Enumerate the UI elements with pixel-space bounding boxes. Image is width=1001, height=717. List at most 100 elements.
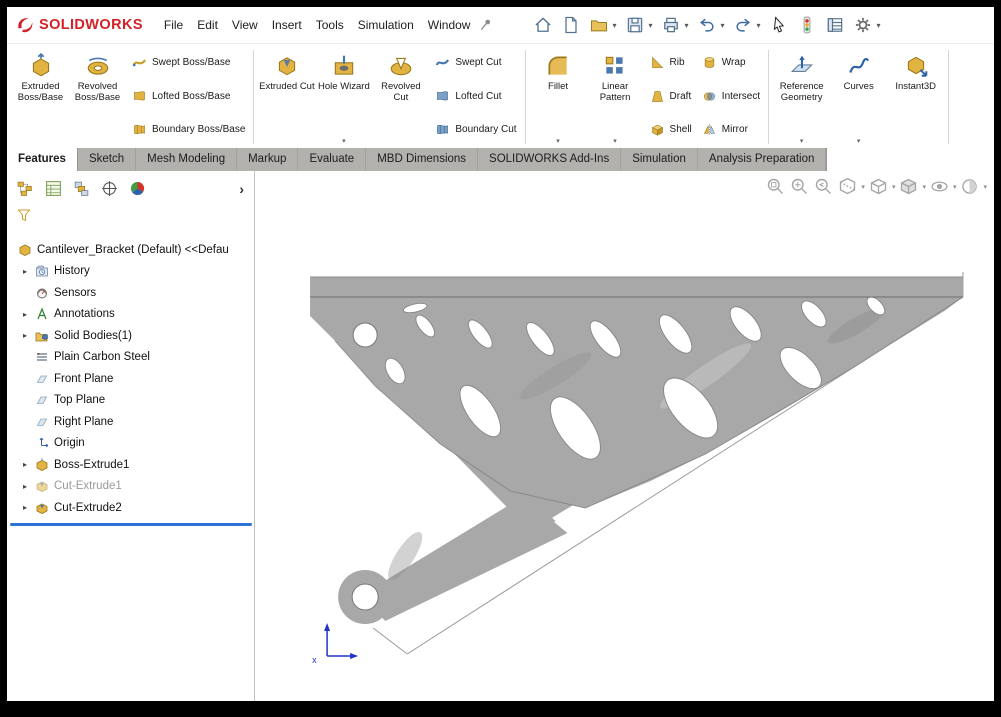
home-button[interactable]	[529, 12, 556, 39]
menu-tools[interactable]: Tools	[309, 14, 351, 36]
draft-button[interactable]: Draft	[650, 89, 692, 104]
instant3d-button[interactable]: Instant3D	[887, 47, 944, 147]
lofted-boss-base-button[interactable]: Lofted Boss/Base	[132, 89, 245, 104]
tree-item-cut-extrude2[interactable]: ▸ Cut-Extrude2	[7, 497, 254, 519]
menu-simulation[interactable]: Simulation	[351, 14, 421, 36]
fillet-dropdown-caret[interactable]: ▾	[556, 138, 560, 147]
hide-show-dropdown-caret[interactable]: ▾	[953, 183, 957, 191]
curves-dropdown-caret[interactable]: ▾	[857, 138, 861, 147]
section-view-icon[interactable]	[837, 176, 858, 197]
task-pane-button[interactable]	[822, 12, 849, 39]
tab-sketch[interactable]: Sketch	[78, 148, 136, 171]
tree-item-top-plane[interactable]: Top Plane	[7, 390, 254, 412]
zoom-fit-icon[interactable]	[765, 176, 786, 197]
hide-show-items-icon[interactable]	[929, 176, 950, 197]
fillet-button[interactable]: Fillet ▾	[530, 47, 587, 147]
tab-solidworks-add-ins[interactable]: SOLIDWORKS Add-Ins	[478, 148, 621, 171]
section-view-dropdown-caret[interactable]: ▾	[861, 183, 865, 191]
tab-analysis-preparation[interactable]: Analysis Preparation	[698, 148, 826, 171]
intersect-button[interactable]: Intersect	[702, 89, 760, 104]
revolved-boss-base-button[interactable]: Revolved Boss/Base	[69, 47, 126, 147]
save-button[interactable]	[621, 12, 648, 39]
view-orientation-icon[interactable]	[868, 176, 889, 197]
tree-item-origin[interactable]: Origin	[7, 433, 254, 455]
tree-item-history[interactable]: ▸ History	[7, 261, 254, 283]
lofted-cut-button[interactable]: Lofted Cut	[435, 89, 516, 104]
linear-pattern-dropdown-caret[interactable]: ▾	[613, 138, 617, 147]
undo-button[interactable]	[694, 12, 721, 39]
options-dropdown-caret[interactable]: ▾	[877, 21, 881, 30]
tree-item-front-plane[interactable]: Front Plane	[7, 368, 254, 390]
select-button[interactable]	[766, 12, 793, 39]
expand-arrow-icon[interactable]: ▸	[23, 482, 35, 491]
tree-item-solid-bodies[interactable]: ▸ Solid Bodies(1)	[7, 325, 254, 347]
reference-geometry-dropdown-caret[interactable]: ▾	[800, 138, 804, 147]
featuremanager-tree-icon[interactable]	[17, 180, 34, 197]
display-style-icon[interactable]	[898, 176, 919, 197]
extruded-cut-button[interactable]: Extruded Cut	[258, 47, 315, 147]
expand-arrow-icon[interactable]: ▸	[23, 267, 35, 276]
hole-wizard-button[interactable]: Hole Wizard ▾	[315, 47, 372, 147]
extruded-boss-base-button[interactable]: Extruded Boss/Base	[12, 47, 69, 147]
menu-file[interactable]: File	[157, 14, 190, 36]
wrap-button[interactable]: Wrap	[702, 55, 760, 70]
print-dropdown-caret[interactable]: ▾	[685, 21, 689, 30]
expand-arrow-icon[interactable]: ▸	[23, 310, 35, 319]
rib-button[interactable]: Rib	[650, 55, 692, 70]
edit-appearance-dropdown-caret[interactable]: ▾	[983, 183, 987, 191]
tab-mbd-dimensions[interactable]: MBD Dimensions	[366, 148, 478, 171]
tree-item-cut-extrude1[interactable]: ▸ Cut-Extrude1	[7, 476, 254, 498]
tree-item-right-plane[interactable]: Right Plane	[7, 411, 254, 433]
stoplight-button[interactable]	[794, 12, 821, 39]
configurationmanager-icon[interactable]	[73, 180, 90, 197]
mirror-button[interactable]: Mirror	[702, 122, 760, 137]
cantilever-bracket-model[interactable]: x	[255, 171, 994, 701]
menu-insert[interactable]: Insert	[265, 14, 309, 36]
previous-view-icon[interactable]	[813, 176, 834, 197]
revolved-cut-button[interactable]: Revolved Cut	[372, 47, 429, 147]
print-button[interactable]	[658, 12, 685, 39]
curves-button[interactable]: Curves ▾	[830, 47, 887, 147]
open-button[interactable]	[585, 12, 612, 39]
tree-item-annotations[interactable]: ▸ Annotations	[7, 304, 254, 326]
tab-simulation[interactable]: Simulation	[621, 148, 698, 171]
expand-arrow-icon[interactable]: ▸	[23, 331, 35, 340]
graphics-area[interactable]: ▾ ▾ ▾ ▾ ▾	[255, 171, 994, 701]
menu-view[interactable]: View	[225, 14, 265, 36]
menu-window[interactable]: Window	[421, 14, 478, 36]
tab-evaluate[interactable]: Evaluate	[298, 148, 366, 171]
dimxpertmanager-icon[interactable]	[101, 180, 118, 197]
tab-mesh-modeling[interactable]: Mesh Modeling	[136, 148, 237, 171]
new-document-button[interactable]	[557, 12, 584, 39]
displaymanager-icon[interactable]	[129, 180, 146, 197]
boundary-boss-base-button[interactable]: Boundary Boss/Base	[132, 122, 245, 137]
expand-arrow-icon[interactable]: ▸	[23, 503, 35, 512]
tree-item-root[interactable]: Cantilever_Bracket (Default) <<Defau	[7, 239, 254, 261]
display-style-dropdown-caret[interactable]: ▾	[922, 183, 926, 191]
tab-features[interactable]: Features	[7, 148, 78, 171]
open-dropdown-caret[interactable]: ▾	[612, 21, 616, 30]
save-dropdown-caret[interactable]: ▾	[648, 21, 652, 30]
swept-cut-button[interactable]: Swept Cut	[435, 55, 516, 70]
menu-edit[interactable]: Edit	[190, 14, 225, 36]
linear-pattern-button[interactable]: Linear Pattern ▾	[587, 47, 644, 147]
swept-boss-base-button[interactable]: Swept Boss/Base	[132, 55, 245, 70]
redo-dropdown-caret[interactable]: ▾	[757, 21, 761, 30]
hole-wizard-dropdown-caret[interactable]: ▾	[342, 138, 346, 147]
options-button[interactable]	[850, 12, 877, 39]
edit-appearance-icon[interactable]	[959, 176, 980, 197]
boundary-cut-button[interactable]: Boundary Cut	[435, 122, 516, 137]
undo-dropdown-caret[interactable]: ▾	[721, 21, 725, 30]
tree-item-boss-extrude1[interactable]: ▸ Boss-Extrude1	[7, 454, 254, 476]
propertymanager-icon[interactable]	[45, 180, 62, 197]
tree-item-sensors[interactable]: Sensors	[7, 282, 254, 304]
zoom-area-icon[interactable]	[789, 176, 810, 197]
rollback-bar[interactable]	[10, 523, 252, 527]
redo-button[interactable]	[730, 12, 757, 39]
flyout-expand-icon[interactable]: ›	[239, 182, 244, 196]
filter-funnel-icon[interactable]	[17, 208, 31, 222]
menu-pin-button[interactable]	[479, 18, 493, 32]
tab-markup[interactable]: Markup	[237, 148, 298, 171]
shell-button[interactable]: Shell	[650, 122, 692, 137]
expand-arrow-icon[interactable]: ▸	[23, 460, 35, 469]
